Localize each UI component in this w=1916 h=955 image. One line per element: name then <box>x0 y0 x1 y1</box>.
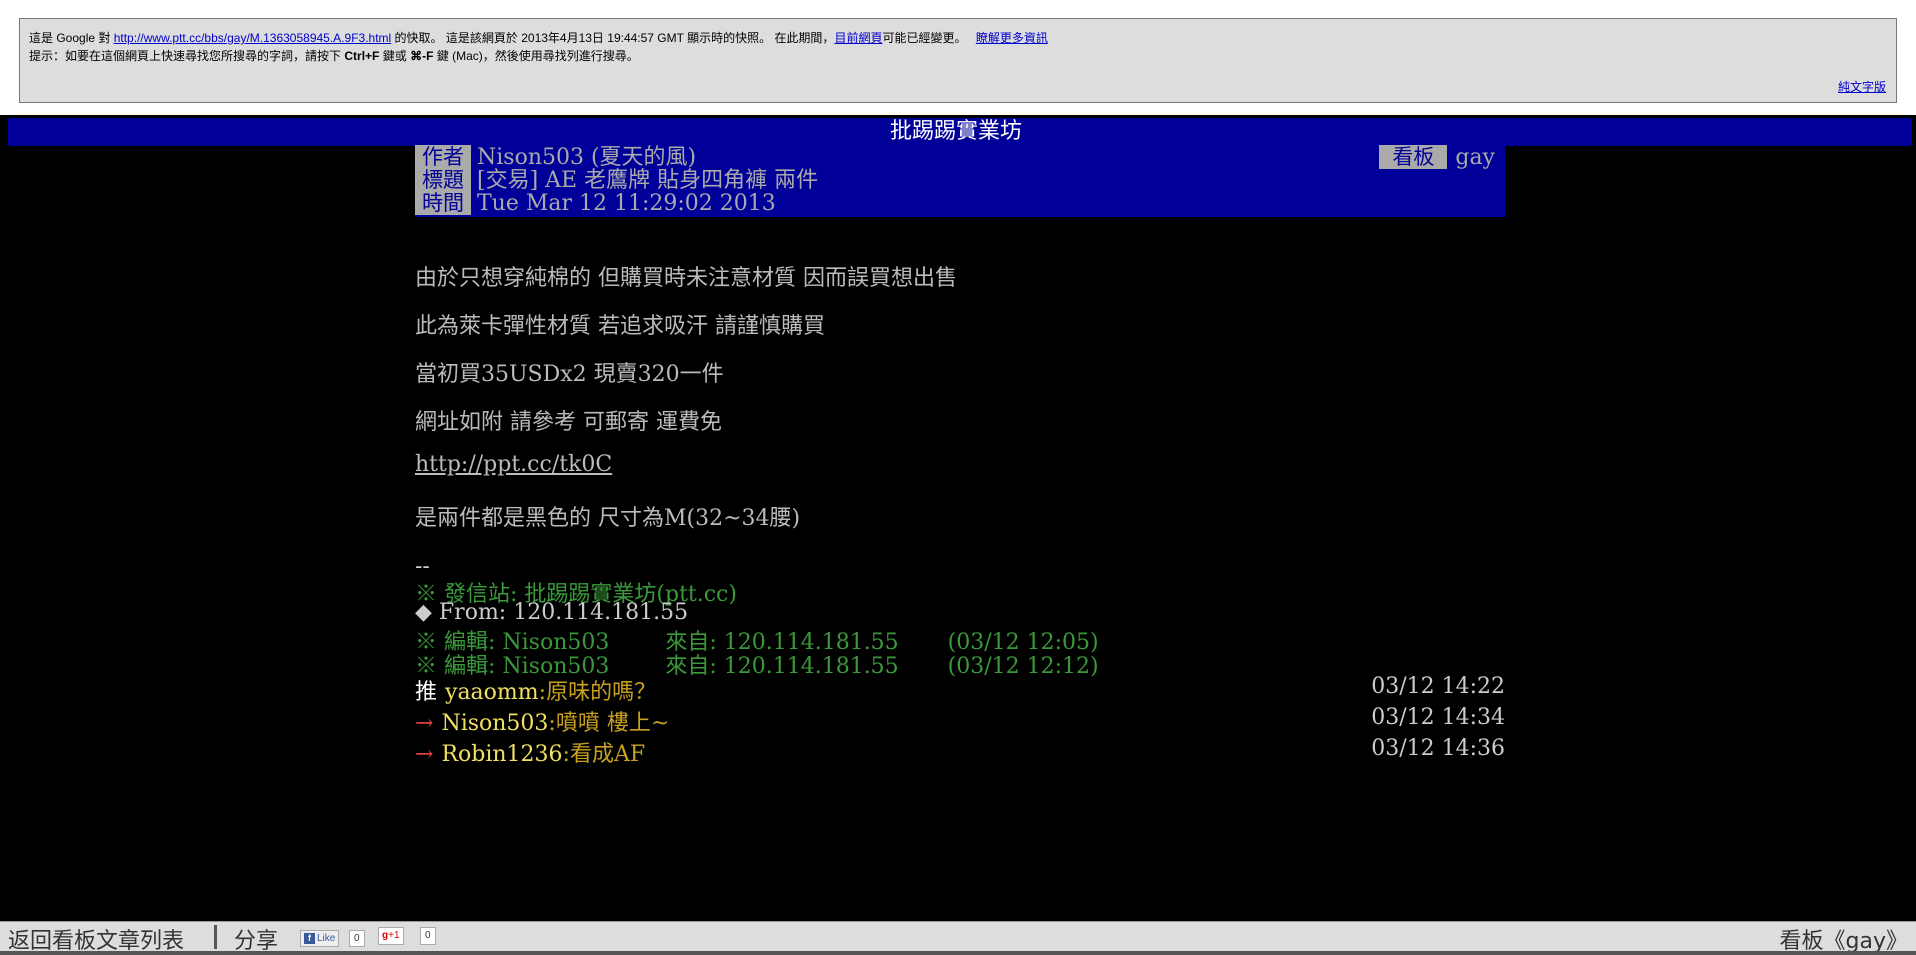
cache-hint-line: 提示：如要在這個網頁上快速尋找您所搜尋的字詞，請按下 Ctrl+F 鍵或 ⌘-F… <box>29 47 639 64</box>
hint-suffix: 鍵 (Mac)，然後使用尋找列進行搜尋。 <box>436 49 639 63</box>
push-user: Nison503 <box>441 711 549 736</box>
header-board: 看板 gay <box>1379 145 1505 170</box>
time-label: 時間 <box>415 191 471 215</box>
os-taskbar-strip <box>0 951 1916 955</box>
google-plus-label: +1 <box>388 930 400 941</box>
board-label: 看板 <box>1379 145 1448 169</box>
learn-more-link[interactable]: 瞭解更多資訊 <box>976 31 1048 45</box>
content-line: 當初買35USDx2 現賣320一件 <box>415 362 724 387</box>
cached-url-link[interactable]: http://www.ptt.cc/bbs/gay/M.1363058945.A… <box>114 31 391 45</box>
header-author-row: 作者 Nison503 (夏天的風) <box>415 145 697 170</box>
push-user: Robin1236 <box>441 742 563 767</box>
current-page-link[interactable]: 目前網頁 <box>834 31 882 45</box>
shortened-url-link[interactable]: http://ppt.cc/tk0C <box>415 452 612 477</box>
title-value: [交易] AE 老鷹牌 貼身四角褲 兩件 <box>477 168 819 193</box>
bottom-nav-bar: 返回看板文章列表 分享 f Like 0 g+1 0 看板《gay》 <box>0 921 1916 954</box>
author-label: 作者 <box>415 145 471 169</box>
board-value: gay <box>1455 145 1495 170</box>
signature-from: ◆ From: 120.114.181.55 <box>415 600 689 625</box>
facebook-like-label: Like <box>317 933 336 944</box>
text-only-link[interactable]: 純文字版 <box>1838 78 1886 95</box>
title-label: 標題 <box>415 168 471 192</box>
google-plus-count: 0 <box>420 927 436 945</box>
content-line: 此為萊卡彈性材質 若追求吸汗 請謹慎購買 <box>415 314 825 339</box>
content-line: 由於只想穿純棉的 但購買時未注意材質 因而誤買想出售 <box>415 266 957 291</box>
push-row: → Robin1236:看成AF 03/12 14:36 <box>415 736 1505 767</box>
cache-banner: 這是 Google 對 http://www.ptt.cc/bbs/gay/M.… <box>19 18 1897 103</box>
site-title-bar: 批踢踢實業坊 <box>8 118 1912 146</box>
content-line: 網址如附 請參考 可郵寄 運費免 <box>415 410 722 435</box>
push-tag: 推 <box>415 680 438 705</box>
push-time: 03/12 14:22 <box>1371 674 1505 699</box>
cache-after-current: 可能已經變更。 <box>882 31 967 45</box>
cache-prefix: 這是 Google 對 <box>29 31 111 45</box>
push-row: → Nison503:噴噴 樓上~ 03/12 14:34 <box>415 705 1505 736</box>
cache-info-line: 這是 Google 對 http://www.ptt.cc/bbs/gay/M.… <box>29 29 1048 46</box>
push-message: :噴噴 樓上~ <box>548 711 670 736</box>
facebook-icon: f <box>304 933 315 944</box>
push-message: :原味的嗎？ <box>538 680 657 705</box>
push-user: yaaomm <box>445 680 539 705</box>
site-title[interactable]: 批踢踢實業坊 <box>890 119 1022 144</box>
article-header: 作者 Nison503 (夏天的風) 標題 [交易] AE 老鷹牌 貼身四角褲 兩件… <box>415 143 1505 217</box>
cache-middle: 的快取。 這是該網頁於 2013年4月13日 19:44:57 GMT 顯示時的… <box>394 31 835 45</box>
content-link-line: http://ppt.cc/tk0C <box>415 452 612 477</box>
push-message: :看成AF <box>562 742 646 767</box>
arrow-tag: → <box>415 711 434 736</box>
bottom-divider <box>214 925 217 949</box>
header-time-row: 時間 Tue Mar 12 11:29:02 2013 <box>415 191 776 216</box>
header-title-row: 標題 [交易] AE 老鷹牌 貼身四角褲 兩件 <box>415 168 819 193</box>
facebook-like-button[interactable]: f Like <box>300 930 340 947</box>
google-plus-button[interactable]: g+1 <box>378 927 404 945</box>
arrow-tag: → <box>415 742 434 767</box>
hint-key-ctrl-f: Ctrl+F <box>344 49 380 63</box>
push-time: 03/12 14:36 <box>1371 736 1505 761</box>
push-row: 推 yaaomm:原味的嗎？ 03/12 14:22 <box>415 674 1505 705</box>
push-time: 03/12 14:34 <box>1371 705 1505 730</box>
hint-key-cmd-f: ⌘-F <box>410 49 434 63</box>
author-value: Nison503 (夏天的風) <box>477 145 697 170</box>
facebook-like-count: 0 <box>349 930 365 947</box>
content-line: 是兩件都是黑色的 尺寸為M(32~34腰) <box>415 506 801 531</box>
time-value: Tue Mar 12 11:29:02 2013 <box>477 191 776 216</box>
hint-prefix: 提示：如要在這個網頁上快速尋找您所搜尋的字詞，請按下 <box>29 49 342 63</box>
cache-banner-area: 這是 Google 對 http://www.ptt.cc/bbs/gay/M.… <box>0 0 1916 115</box>
hint-mid: 鍵或 <box>382 49 407 63</box>
